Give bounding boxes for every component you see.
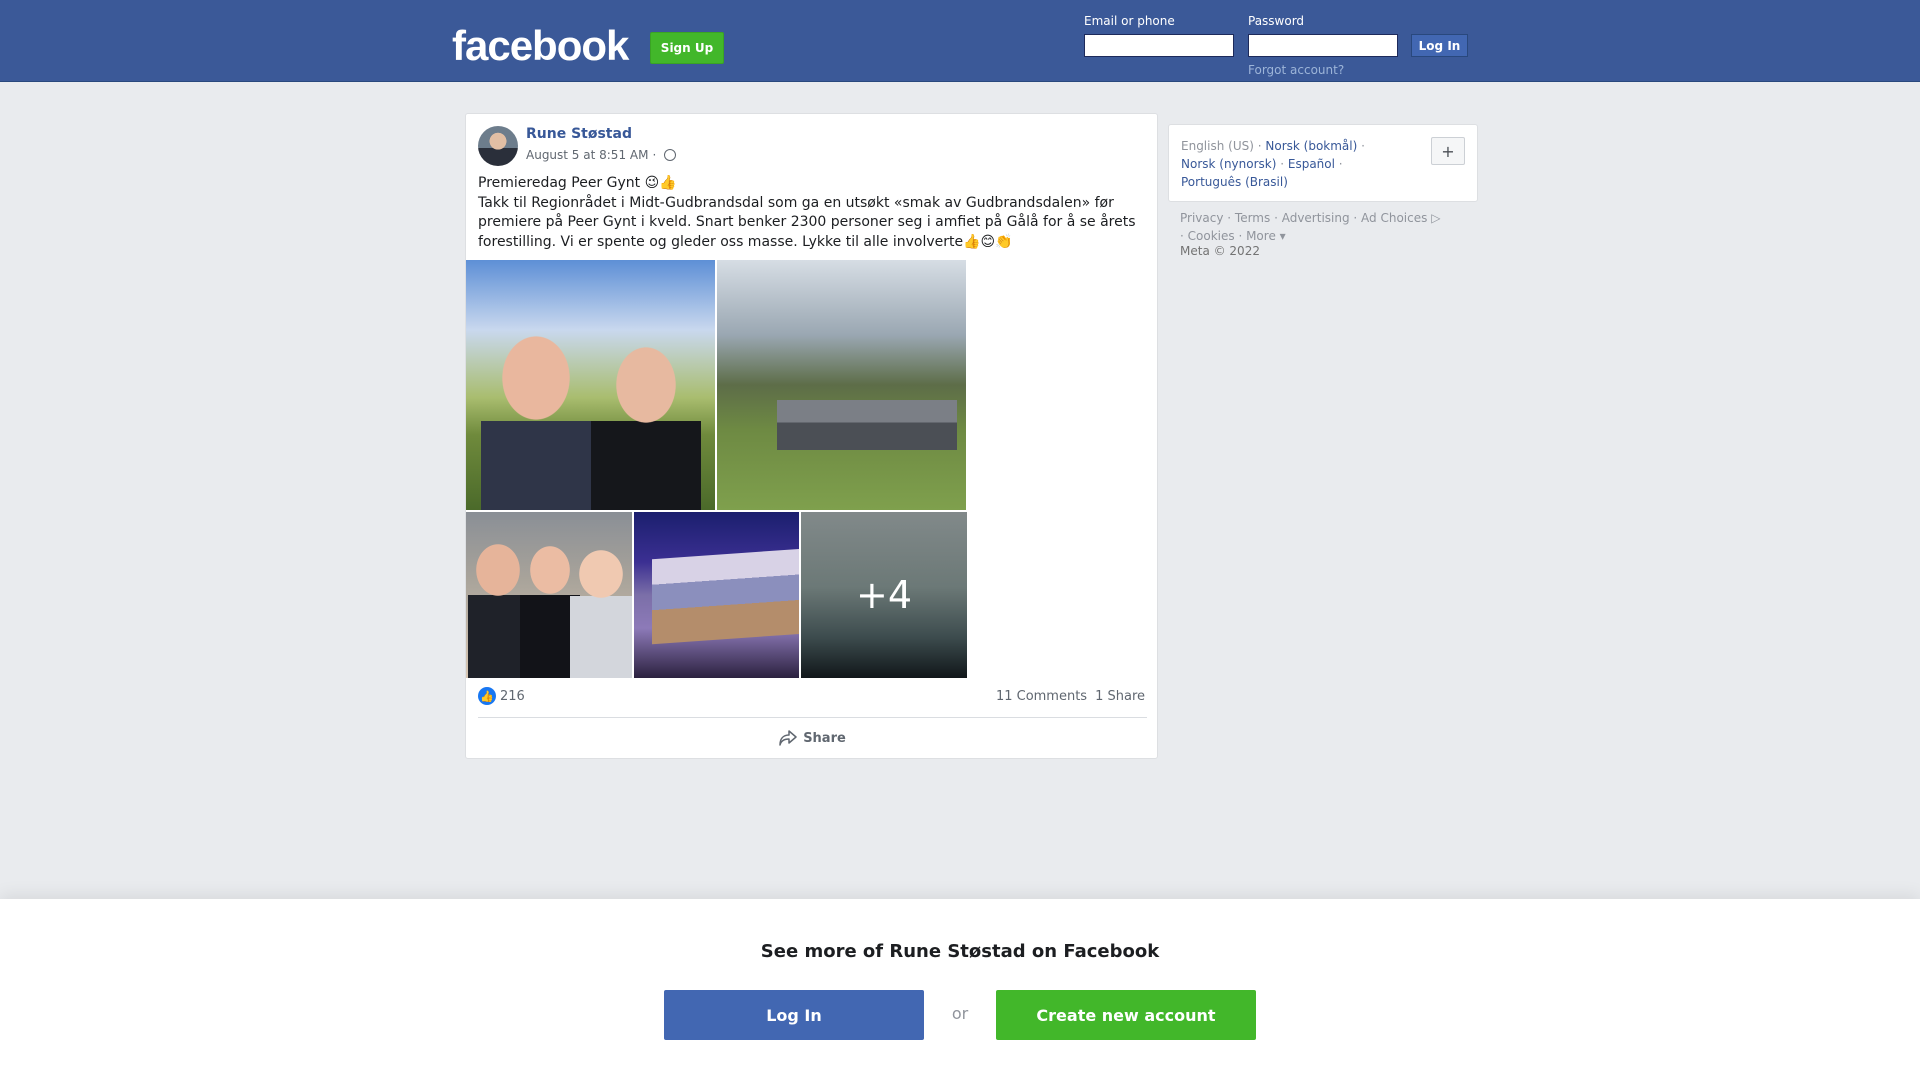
post-author-name[interactable]: Rune Støstad bbox=[526, 126, 632, 142]
post-text: Premieredag Peer Gynt 😉👍 Takk til Region… bbox=[478, 174, 1148, 252]
share-label: Share bbox=[803, 730, 846, 746]
post-text-first-line: Premieredag Peer Gynt 😉👍 bbox=[478, 175, 677, 191]
photo-person-c bbox=[570, 548, 632, 678]
post-photo-1[interactable] bbox=[466, 260, 715, 510]
photo-farmhouse bbox=[777, 400, 957, 450]
photo-person-1 bbox=[481, 330, 591, 510]
post-photo-2[interactable] bbox=[717, 260, 966, 510]
header-login-button[interactable]: Log In bbox=[1411, 34, 1468, 57]
create-account-button[interactable]: Create new account bbox=[996, 990, 1256, 1040]
like-icon: 👍 bbox=[478, 687, 496, 705]
ad-choices-icon: ▷ bbox=[1427, 211, 1441, 225]
likes-count: 216 bbox=[500, 688, 525, 704]
reactions-summary[interactable]: 👍 216 bbox=[478, 687, 525, 705]
post-divider bbox=[478, 717, 1147, 718]
footer-ad-choices[interactable]: Ad Choices bbox=[1361, 211, 1427, 225]
footer-links: Privacy · Terms · Advertising · Ad Choic… bbox=[1180, 211, 1441, 243]
caret-down-icon: ▾ bbox=[1275, 229, 1286, 243]
shares-count[interactable]: 1 Share bbox=[1095, 689, 1145, 704]
language-selector: English (US) · Norsk (bokmål) · Norsk (n… bbox=[1168, 124, 1478, 202]
language-link-portugues[interactable]: Português (Brasil) bbox=[1181, 175, 1288, 189]
login-prompt-banner: See more of Rune Støstad on Facebook Log… bbox=[0, 899, 1920, 1080]
banner-or-text: or bbox=[951, 1004, 969, 1023]
photo-person-a bbox=[468, 542, 528, 678]
share-button[interactable]: Share bbox=[466, 724, 1159, 752]
share-arrow-icon bbox=[779, 730, 797, 746]
email-label: Email or phone bbox=[1084, 14, 1175, 28]
globe-icon bbox=[664, 149, 677, 161]
footer-more[interactable]: More bbox=[1246, 229, 1276, 243]
language-current: English (US) bbox=[1181, 139, 1254, 153]
more-photos-overlay[interactable]: +4 bbox=[801, 512, 967, 678]
top-navigation-bar: facebook Sign Up Email or phone Password… bbox=[0, 0, 1920, 82]
author-avatar[interactable] bbox=[478, 126, 518, 166]
more-languages-button[interactable]: + bbox=[1431, 137, 1465, 165]
language-list: English (US) · Norsk (bokmål) · Norsk (n… bbox=[1181, 139, 1365, 189]
language-link-espanol[interactable]: Español bbox=[1288, 157, 1335, 171]
footer-terms[interactable]: Terms bbox=[1235, 211, 1270, 225]
photo-stage-screen bbox=[652, 548, 799, 645]
password-label: Password bbox=[1248, 14, 1305, 28]
comments-count[interactable]: 11 Comments bbox=[996, 689, 1087, 704]
footer-privacy[interactable]: Privacy bbox=[1180, 211, 1223, 225]
post-card: Rune Støstad August 5 at 8:51 AM · Premi… bbox=[465, 113, 1158, 759]
post-photo-5[interactable]: +4 bbox=[801, 512, 967, 678]
post-photo-3[interactable] bbox=[466, 512, 632, 678]
meta-separator: · bbox=[652, 148, 657, 162]
photo-person-2 bbox=[591, 340, 701, 510]
facebook-logo[interactable]: facebook bbox=[452, 22, 629, 70]
sign-up-button[interactable]: Sign Up bbox=[650, 32, 724, 64]
banner-title: See more of Rune Støstad on Facebook bbox=[760, 941, 1160, 962]
copyright: Meta © 2022 bbox=[1180, 244, 1260, 258]
banner-login-button[interactable]: Log In bbox=[664, 990, 924, 1040]
footer-advertising[interactable]: Advertising bbox=[1282, 211, 1350, 225]
email-field[interactable] bbox=[1084, 34, 1234, 57]
password-field[interactable] bbox=[1248, 34, 1398, 57]
post-text-body: Takk til Regionrådet i Midt-Gudbrandsdal… bbox=[478, 194, 1136, 250]
post-date[interactable]: August 5 at 8:51 AM bbox=[526, 148, 648, 162]
post-photo-4[interactable] bbox=[634, 512, 799, 678]
engagement-counts: 11 Comments 1 Share bbox=[996, 689, 1145, 704]
forgot-account-link[interactable]: Forgot account? bbox=[1248, 63, 1344, 77]
language-link-nynorsk[interactable]: Norsk (nynorsk) bbox=[1181, 157, 1276, 171]
language-link-bokmal[interactable]: Norsk (bokmål) bbox=[1265, 139, 1357, 153]
post-meta: August 5 at 8:51 AM · bbox=[526, 148, 677, 162]
footer-cookies[interactable]: Cookies bbox=[1188, 229, 1235, 243]
